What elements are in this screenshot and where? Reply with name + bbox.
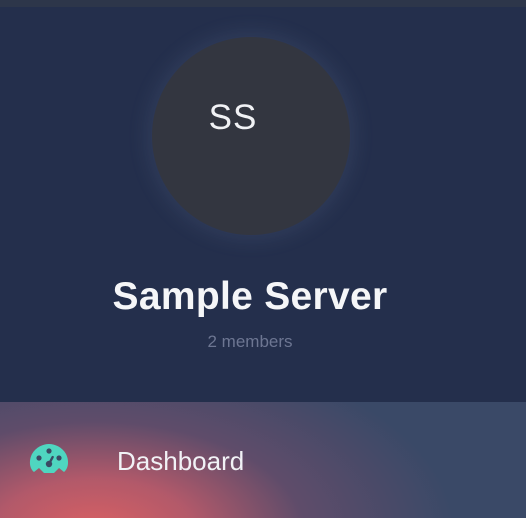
server-header: SS Sample Server 2 members	[0, 7, 526, 402]
top-strip	[0, 0, 526, 7]
dashboard-gauge-icon	[28, 442, 70, 478]
server-avatar-initials: SS	[208, 97, 258, 137]
server-name: Sample Server	[112, 275, 388, 318]
member-count: 2 members	[207, 332, 293, 351]
app-window: SS Sample Server 2 members Dashboard	[0, 0, 526, 518]
sidebar-item-dashboard[interactable]: Dashboard	[0, 402, 526, 518]
sidebar-item-label: Dashboard	[117, 446, 245, 476]
server-avatar[interactable]: SS	[152, 37, 350, 235]
